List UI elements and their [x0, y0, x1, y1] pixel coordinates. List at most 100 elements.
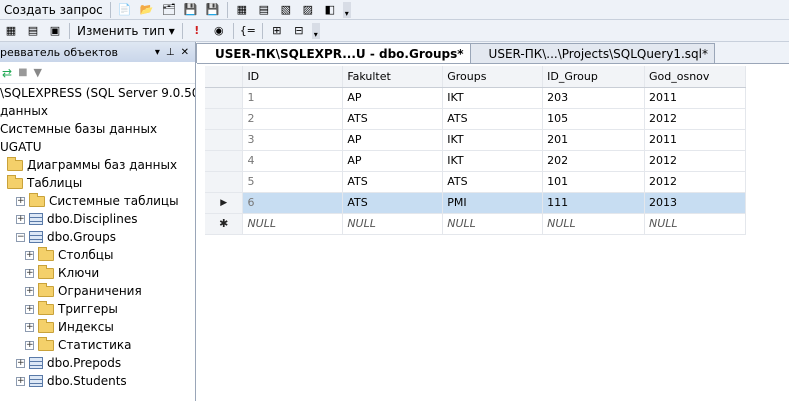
table-cell[interactable]: 2011 — [644, 129, 746, 151]
toolbar-overflow-icon[interactable]: ▾ — [342, 1, 351, 18]
row-selector[interactable]: ▶ — [205, 192, 244, 214]
results-grid[interactable]: ID Fakultet Groups ID_Group God_osnov 1A… — [205, 66, 746, 235]
table-cell[interactable]: 6 — [242, 192, 344, 214]
add-derived-table-icon[interactable]: ⊟ — [290, 23, 308, 39]
tree-node[interactable]: + dbo.Disciplines — [0, 210, 195, 228]
collapse-icon[interactable]: − — [16, 232, 25, 242]
connect-icon[interactable]: ⇄ — [2, 66, 12, 80]
table-cell[interactable]: 111 — [542, 192, 646, 214]
template-explorer-icon[interactable]: ▧ — [277, 2, 295, 18]
tree-node[interactable]: + Индексы — [0, 318, 195, 336]
table-row[interactable]: 3 AP IKT 201 2011 — [205, 129, 746, 151]
new-query-button[interactable]: Создать запрос — [0, 3, 107, 17]
table-row[interactable]: 5 ATS ATS 101 2012 — [205, 171, 746, 193]
table-cell[interactable]: AP — [342, 129, 444, 151]
toolbar-overflow-icon[interactable]: ▾ — [311, 22, 320, 39]
grid-icon[interactable]: ▦ — [2, 23, 20, 39]
expand-icon[interactable]: + — [25, 340, 34, 350]
row-selector[interactable] — [205, 108, 244, 130]
tree-node[interactable]: − dbo.Groups — [0, 228, 195, 246]
row-selector[interactable] — [205, 150, 244, 172]
table-cell[interactable]: IKT — [442, 87, 544, 109]
open-file-icon[interactable]: 📂 — [138, 2, 156, 18]
copy-icon[interactable]: 📄 — [116, 2, 134, 18]
column-header-fakultet[interactable]: Fakultet — [342, 66, 444, 88]
column-header-groups[interactable]: Groups — [442, 66, 544, 88]
null-cell[interactable]: NULL — [644, 213, 746, 235]
column-header-id[interactable]: ID — [242, 66, 344, 88]
tree-node[interactable]: + dbo.Students — [0, 372, 195, 390]
expand-icon[interactable]: + — [25, 250, 34, 260]
tree-node[interactable]: + Статистика — [0, 336, 195, 354]
table-cell[interactable]: ATS — [342, 171, 444, 193]
pin-icon[interactable]: ⊥ — [166, 47, 175, 58]
null-cell[interactable]: NULL — [542, 213, 646, 235]
stop-icon[interactable]: ■ — [18, 67, 27, 78]
table-cell[interactable]: 2012 — [644, 150, 746, 172]
tree-node[interactable]: Таблицы — [0, 174, 195, 192]
new-row[interactable]: ✱ NULL NULL NULL NULL NULL — [205, 213, 746, 235]
tree-node[interactable]: + Системные таблицы — [0, 192, 195, 210]
table-cell[interactable]: 105 — [542, 108, 646, 130]
expand-icon[interactable]: + — [16, 376, 25, 386]
table-cell[interactable]: 2013 — [644, 192, 746, 214]
table-cell[interactable]: ATS — [342, 192, 444, 214]
table-cell[interactable]: 2012 — [644, 171, 746, 193]
dropdown-arrow-icon[interactable]: ▾ — [155, 47, 160, 58]
table-cell[interactable]: PMI — [442, 192, 544, 214]
properties-icon[interactable]: ▨ — [299, 2, 317, 18]
object-explorer-icon[interactable]: ▤ — [255, 2, 273, 18]
table-cell[interactable]: ATS — [442, 108, 544, 130]
table-cell[interactable]: 201 — [542, 129, 646, 151]
table-cell[interactable]: 4 — [242, 150, 344, 172]
expand-icon[interactable]: + — [25, 286, 34, 296]
tree-node[interactable]: + dbo.Prepods — [0, 354, 195, 372]
expand-icon[interactable]: + — [25, 322, 34, 332]
table-cell[interactable]: ATS — [342, 108, 444, 130]
execute-icon[interactable]: ! — [188, 23, 206, 39]
column-header-god-osnov[interactable]: God_osnov — [644, 66, 746, 88]
table-cell[interactable]: 2011 — [644, 87, 746, 109]
save-icon[interactable]: 💾 — [182, 2, 200, 18]
table-row[interactable]: 2 ATS ATS 105 2012 — [205, 108, 746, 130]
row-selector[interactable] — [205, 171, 244, 193]
table-cell[interactable]: 5 — [242, 171, 344, 193]
table-cell[interactable]: IKT — [442, 129, 544, 151]
close-icon[interactable]: ✕ — [181, 47, 189, 58]
null-cell[interactable]: NULL — [242, 213, 344, 235]
expand-icon[interactable]: + — [16, 358, 25, 368]
verify-sql-icon[interactable]: ◉ — [210, 23, 228, 39]
new-row-marker[interactable]: ✱ — [205, 213, 244, 235]
table-cell[interactable]: 203 — [542, 87, 646, 109]
row-selector-header[interactable] — [205, 66, 244, 88]
table-cell[interactable]: 1 — [242, 87, 344, 109]
tree-node[interactable]: UGATU — [0, 138, 195, 156]
tree-node[interactable]: + Ключи — [0, 264, 195, 282]
table-row[interactable]: 4 AP IKT 202 2012 — [205, 150, 746, 172]
expand-icon[interactable]: + — [16, 214, 25, 224]
add-table-icon[interactable]: ⊞ — [268, 23, 286, 39]
table-cell[interactable]: AP — [342, 87, 444, 109]
tab-dbo-groups[interactable]: USER-ПК\SQLEXPR...U - dbo.Groups* — [196, 43, 471, 63]
table-cell[interactable]: ATS — [442, 171, 544, 193]
expand-icon[interactable]: + — [25, 304, 34, 314]
group-by-icon[interactable]: {= — [239, 23, 257, 39]
sql-pane-icon[interactable]: ▤ — [24, 23, 42, 39]
table-cell[interactable]: AP — [342, 150, 444, 172]
row-selector[interactable] — [205, 87, 244, 109]
toolbox-icon[interactable]: ◧ — [321, 2, 339, 18]
table-cell[interactable]: 3 — [242, 129, 344, 151]
tree-node[interactable]: Диаграммы баз данных — [0, 156, 195, 174]
filter-icon[interactable]: ▼ — [34, 66, 42, 79]
save-all-icon[interactable]: 💾 — [204, 2, 222, 18]
table-cell[interactable]: 202 — [542, 150, 646, 172]
tree-node[interactable]: Системные базы данных — [0, 120, 195, 138]
tree-node[interactable]: данных — [0, 102, 195, 120]
expand-icon[interactable]: + — [16, 196, 25, 206]
open-project-icon[interactable]: 🗂 — [160, 2, 178, 18]
expand-icon[interactable]: + — [25, 268, 34, 278]
column-header-id-group[interactable]: ID_Group — [542, 66, 646, 88]
null-cell[interactable]: NULL — [442, 213, 544, 235]
tab-sqlquery1[interactable]: USER-ПК\...\Projects\SQLQuery1.sql* — [469, 43, 716, 63]
table-cell[interactable]: 101 — [542, 171, 646, 193]
